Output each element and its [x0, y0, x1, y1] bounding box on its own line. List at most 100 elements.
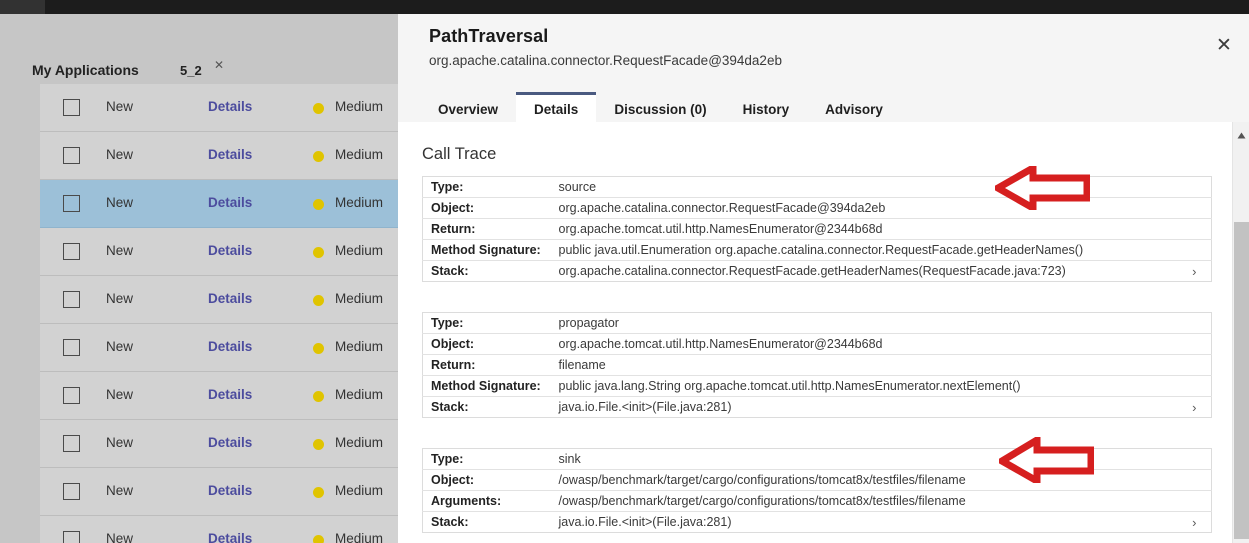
chevron-right-icon[interactable]: ›: [1178, 261, 1212, 282]
dialog-close-icon[interactable]: ✕: [1213, 34, 1235, 56]
row-details-link[interactable]: Details: [208, 243, 252, 258]
row-checkbox[interactable]: [63, 483, 80, 500]
list-item[interactable]: New Details Medium: [40, 420, 398, 468]
screen-root: My Applications 5_2 ✕ New Details Medium Ne…: [0, 0, 1249, 543]
row-checkbox[interactable]: [63, 243, 80, 260]
trace-value: public java.lang.String org.apache.tomca…: [550, 375, 1212, 397]
severity-dot-icon: [313, 103, 324, 114]
table-row: Object: org.apache.catalina.connector.Req…: [422, 197, 1212, 219]
chevron-right-icon[interactable]: ›: [1178, 397, 1212, 418]
trace-value: java.io.File.<init>(File.java:281): [558, 400, 732, 414]
severity-label: Medium: [335, 195, 384, 210]
table-row[interactable]: Stack: java.io.File.<init>(File.java:281)…: [423, 512, 1212, 533]
sink-trace-table: Type: sink Object:/owasp/benchmark/target/…: [422, 448, 1212, 533]
trace-key: Stack:: [431, 515, 469, 529]
tab-overview[interactable]: Overview: [420, 92, 516, 124]
row-status: New: [106, 195, 134, 210]
severity-dot-icon: [313, 199, 324, 210]
tab-advisory[interactable]: Advisory: [807, 92, 901, 124]
severity-label: Medium: [335, 291, 384, 306]
list-item[interactable]: New Details Medium: [40, 180, 398, 228]
table-row: Return: org.apache.tomcat.util.http.Names…: [422, 218, 1212, 240]
severity-dot-icon: [313, 439, 324, 450]
row-status: New: [106, 531, 134, 543]
table-row: Object:/owasp/benchmark/target/cargo/con…: [422, 469, 1212, 491]
severity-label: Medium: [335, 483, 384, 498]
row-checkbox[interactable]: [63, 387, 80, 404]
trace-key: Type:: [422, 176, 551, 198]
row-checkbox[interactable]: [63, 99, 80, 116]
row-status: New: [106, 147, 134, 162]
row-status: New: [106, 339, 134, 354]
trace-value: sink: [550, 448, 1212, 470]
trace-value: propagator: [550, 312, 1212, 334]
table-row: Arguments:/owasp/benchmark/target/cargo/…: [422, 490, 1212, 512]
row-details-link[interactable]: Details: [208, 435, 252, 450]
trace-value: /owasp/benchmark/target/cargo/configurat…: [550, 490, 1212, 512]
applications-panel: My Applications 5_2 ✕ New Details Medium Ne…: [0, 14, 398, 543]
table-row[interactable]: Stack: org.apache.catalina.connector.Requ…: [423, 261, 1212, 282]
table-row[interactable]: Stack: java.io.File.<init>(File.java:281)…: [423, 397, 1212, 418]
tab-details[interactable]: Details: [516, 92, 597, 124]
trace-value: source: [550, 176, 1212, 198]
browser-tab[interactable]: [0, 0, 45, 14]
trace-key: Stack:: [431, 264, 469, 278]
browser-chrome-bar: [0, 0, 1249, 14]
row-status: New: [106, 483, 134, 498]
list-item[interactable]: New Details Medium: [40, 372, 398, 420]
app-tab-label[interactable]: 5_2: [180, 63, 202, 78]
row-checkbox[interactable]: [63, 339, 80, 356]
row-details-link[interactable]: Details: [208, 531, 252, 543]
list-item[interactable]: New Details Medium: [40, 324, 398, 372]
row-details-link[interactable]: Details: [208, 339, 252, 354]
row-checkbox[interactable]: [63, 291, 80, 308]
table-row: Method Signature: public java.lang.String…: [422, 375, 1212, 397]
row-checkbox[interactable]: [63, 195, 80, 212]
trace-key: Stack:: [431, 400, 469, 414]
list-item[interactable]: New Details Medium: [40, 516, 398, 543]
row-checkbox[interactable]: [63, 531, 80, 543]
severity-dot-icon: [313, 247, 324, 258]
table-row: Method Signature: public java.util.Enumer…: [422, 239, 1212, 261]
row-details-link[interactable]: Details: [208, 195, 252, 210]
chevron-right-icon[interactable]: ›: [1178, 512, 1212, 533]
row-details-link[interactable]: Details: [208, 387, 252, 402]
close-icon[interactable]: ✕: [214, 59, 224, 71]
scroll-up-arrow-icon[interactable]: [1233, 128, 1249, 142]
tab-history[interactable]: History: [725, 92, 808, 124]
trace-key: Method Signature:: [422, 239, 551, 261]
table-row: Type: source: [422, 176, 1212, 198]
source-trace-table: Type: source Object: org.apache.catalina.co…: [422, 176, 1212, 282]
row-details-link[interactable]: Details: [208, 99, 252, 114]
table-row: Object: org.apache.tomcat.util.http.Names…: [422, 333, 1212, 355]
list-item[interactable]: New Details Medium: [40, 132, 398, 180]
trace-value: public java.util.Enumeration org.apache.…: [550, 239, 1212, 261]
row-details-link[interactable]: Details: [208, 291, 252, 306]
severity-label: Medium: [335, 147, 384, 162]
severity-label: Medium: [335, 99, 384, 114]
row-checkbox[interactable]: [63, 435, 80, 452]
issue-title: PathTraversal: [429, 26, 549, 46]
propagator-trace-table: Type: propagator Object: org.apache.tomcat.…: [422, 312, 1212, 418]
list-item[interactable]: New Details Medium: [40, 276, 398, 324]
vertical-scrollbar[interactable]: [1232, 122, 1249, 543]
trace-key: Type:: [422, 312, 551, 334]
scrollbar-thumb[interactable]: [1234, 222, 1249, 539]
row-details-link[interactable]: Details: [208, 147, 252, 162]
severity-label: Medium: [335, 435, 384, 450]
dialog-body: Call Trace Type: source Object: org.apache.…: [398, 122, 1249, 543]
trace-value: /owasp/benchmark/target/cargo/configurat…: [550, 469, 1212, 491]
list-item[interactable]: New Details Medium: [40, 228, 398, 276]
row-details-link[interactable]: Details: [208, 483, 252, 498]
tab-discussion-0[interactable]: Discussion (0): [596, 92, 724, 124]
trace-key: Object:: [422, 333, 551, 355]
row-checkbox[interactable]: [63, 147, 80, 164]
trace-value: org.apache.tomcat.util.http.NamesEnumera…: [550, 218, 1212, 240]
call-trace-heading: Call Trace: [422, 145, 497, 163]
trace-value: filename: [550, 354, 1212, 376]
dialog-header: PathTraversal org.apache.catalina.connec…: [398, 14, 1249, 124]
severity-label: Medium: [335, 339, 384, 354]
list-item[interactable]: New Details Medium: [40, 468, 398, 516]
trace-value: org.apache.catalina.connector.RequestFac…: [558, 264, 1066, 278]
list-item[interactable]: New Details Medium: [40, 84, 398, 132]
